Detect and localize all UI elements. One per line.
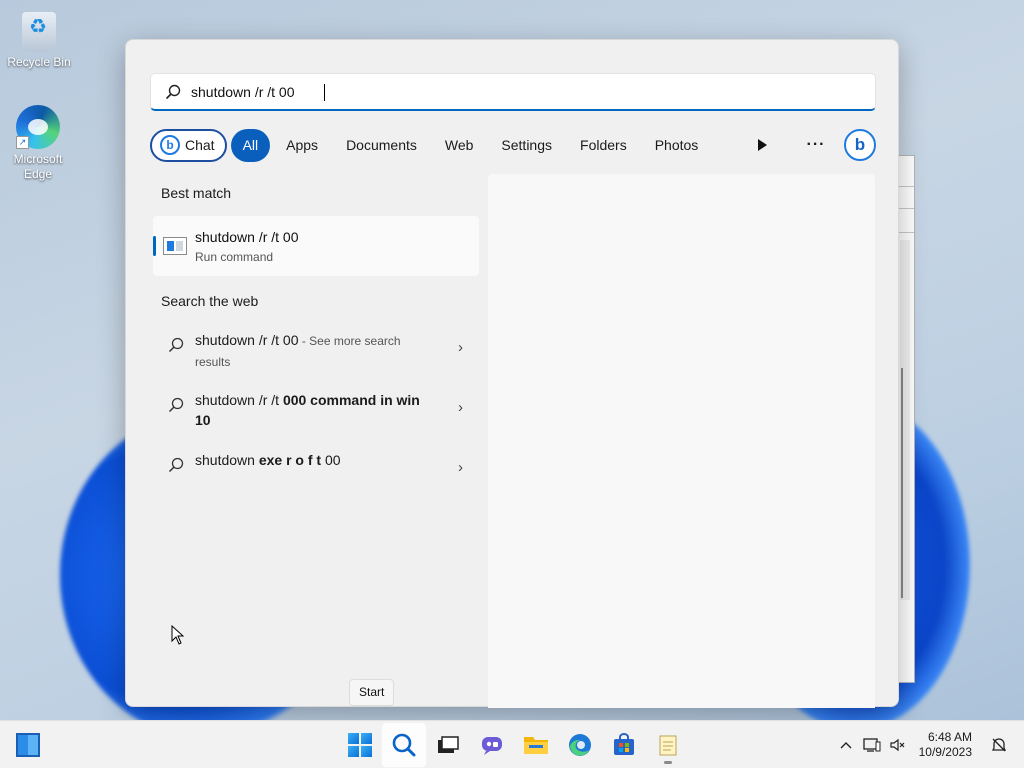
best-match-title: shutdown /r /t 00 <box>195 228 299 245</box>
file-explorer-button[interactable] <box>514 723 558 767</box>
chevron-right-icon: › <box>458 399 463 416</box>
notifications-icon[interactable] <box>986 737 1012 753</box>
best-match-subtitle: Run command <box>195 249 274 264</box>
filter-label: All <box>242 137 259 153</box>
preview-pane <box>488 174 875 708</box>
chevron-up-icon[interactable] <box>833 741 859 749</box>
filter-settings-tab[interactable]: Settings <box>489 129 564 162</box>
task-view-button[interactable] <box>426 723 470 767</box>
desktop-icon-label: Recycle Bin <box>7 55 71 69</box>
start-tooltip: Start <box>349 679 395 706</box>
store-button[interactable] <box>602 723 646 767</box>
file-explorer-icon <box>524 737 548 754</box>
web-result-item[interactable]: shutdown exe r o f t 00 › <box>153 440 479 482</box>
clock-date: 10/9/2023 <box>918 745 972 759</box>
filter-label: Chat <box>185 137 215 153</box>
edge-icon <box>569 734 591 756</box>
search-filters: b Chat All Apps Documents Web Settings F… <box>150 128 876 162</box>
search-icon <box>168 337 184 353</box>
volume-muted-icon[interactable] <box>885 738 911 752</box>
filter-documents-tab[interactable]: Documents <box>334 129 429 162</box>
taskbar: 6:48 AM 10/9/2023 <box>0 720 1024 768</box>
text-caret <box>324 84 325 101</box>
edge-taskbar-button[interactable] <box>558 723 602 767</box>
search-icon <box>168 457 184 473</box>
results-list: Best match shutdown /r /t 00 Run command… <box>153 174 479 482</box>
search-icon <box>392 733 416 757</box>
filter-label: Settings <box>501 137 553 153</box>
best-match-item[interactable]: shutdown /r /t 00 Run command <box>153 216 479 276</box>
filter-label: Web <box>444 137 474 153</box>
clock[interactable]: 6:48 AM 10/9/2023 <box>919 730 972 760</box>
search-flyout: b Chat All Apps Documents Web Settings F… <box>125 39 899 708</box>
web-result-item[interactable]: shutdown /r /t 00 - See more search resu… <box>153 320 479 380</box>
desktop-icon-edge[interactable]: ↗ Microsoft Edge <box>3 105 73 182</box>
taskbar-search-button[interactable] <box>382 723 426 767</box>
edge-icon: ↗ <box>16 105 60 149</box>
filter-apps-tab[interactable]: Apps <box>274 129 330 162</box>
search-icon <box>165 84 181 100</box>
filter-all-tab[interactable]: All <box>230 128 271 162</box>
search-icon <box>168 397 184 413</box>
run-command-icon <box>163 237 187 255</box>
search-box[interactable] <box>150 73 876 111</box>
web-result-text: shutdown /r /t <box>195 392 283 408</box>
filter-label: Folders <box>580 137 627 153</box>
play-more-filters-icon[interactable] <box>744 128 780 162</box>
desktop-icon-recycle-bin[interactable]: Recycle Bin <box>4 12 74 70</box>
windows-logo-icon <box>348 733 372 757</box>
web-result-bold: exe r o f t <box>258 452 322 468</box>
bing-chat-icon: b <box>160 135 180 155</box>
filter-label: Apps <box>286 137 319 153</box>
chevron-right-icon: › <box>458 459 463 476</box>
bing-button-icon[interactable]: b <box>844 129 876 161</box>
chat-icon <box>482 737 502 755</box>
mouse-cursor-icon <box>171 625 185 645</box>
system-tray: 6:48 AM 10/9/2023 <box>833 721 1024 768</box>
task-view-icon <box>438 736 459 753</box>
chat-taskbar-button[interactable] <box>470 723 514 767</box>
selection-indicator <box>153 236 156 256</box>
clock-time: 6:48 AM <box>927 730 972 744</box>
web-result-text: shutdown <box>195 452 259 468</box>
desktop-icon-label: Microsoft Edge <box>13 152 63 181</box>
notepad-icon <box>659 735 677 756</box>
web-result-text: shutdown /r /t 00 <box>195 332 299 348</box>
web-result-item[interactable]: shutdown /r /t 000 command in win 10 › <box>153 380 479 440</box>
filter-label: Documents <box>346 137 417 153</box>
search-input[interactable] <box>191 83 841 100</box>
filter-chat-button[interactable]: b Chat <box>150 128 227 162</box>
best-match-heading: Best match <box>161 185 232 201</box>
search-web-heading: Search the web <box>161 293 259 309</box>
scrollbar-thumb[interactable] <box>901 368 903 598</box>
filter-web-tab[interactable]: Web <box>433 129 486 162</box>
more-options-button[interactable]: ··· <box>798 128 834 162</box>
running-indicator <box>664 761 672 764</box>
filter-photos-tab[interactable]: Photos <box>643 129 711 162</box>
filter-label: Photos <box>654 137 699 153</box>
shortcut-arrow-icon: ↗ <box>16 136 29 149</box>
start-button[interactable] <box>338 723 382 767</box>
filter-folders-tab[interactable]: Folders <box>568 129 639 162</box>
store-icon <box>614 733 634 755</box>
notepad-button[interactable] <box>646 723 690 767</box>
recycle-bin-icon <box>22 12 56 52</box>
web-result-tail: 00 <box>321 452 341 468</box>
widgets-icon[interactable] <box>16 733 40 757</box>
chevron-right-icon: › <box>458 339 463 356</box>
network-icon[interactable] <box>859 737 885 753</box>
